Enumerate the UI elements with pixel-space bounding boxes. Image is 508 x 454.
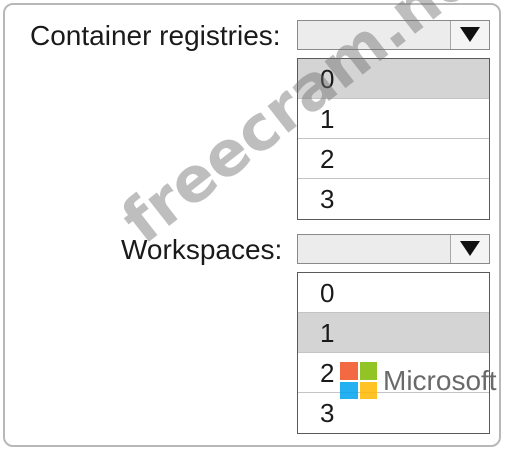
microsoft-logo-icon [340, 362, 377, 399]
option-container-registries-2[interactable]: 2 [298, 139, 489, 179]
option-container-registries-3[interactable]: 3 [298, 179, 489, 219]
workspaces-label: Workspaces: [121, 234, 283, 265]
triangle-down-icon [460, 241, 480, 256]
microsoft-logo-text: Microsoft [383, 364, 497, 396]
workspaces-select[interactable] [297, 234, 490, 264]
option-workspaces-1[interactable]: 1 [298, 313, 489, 353]
logo-square-blue [340, 381, 358, 399]
option-workspaces-3[interactable]: 3 [298, 393, 489, 433]
logo-square-green [359, 362, 377, 380]
container-registries-options: 0 1 2 3 [297, 58, 490, 220]
logo-square-yellow [359, 381, 377, 399]
container-registries-label: Container registries: [30, 20, 281, 51]
option-workspaces-0[interactable]: 0 [298, 273, 489, 313]
container-registries-dropdown-button[interactable] [450, 21, 489, 49]
container-registries-select[interactable] [297, 20, 490, 50]
triangle-down-icon [460, 27, 480, 42]
option-container-registries-1[interactable]: 1 [298, 99, 489, 139]
logo-square-red [340, 362, 358, 380]
microsoft-logo: Microsoft [340, 362, 497, 399]
workspaces-options: 0 1 2 3 [297, 272, 490, 434]
option-container-registries-0[interactable]: 0 [298, 59, 489, 99]
workspaces-dropdown-button[interactable] [450, 235, 489, 263]
